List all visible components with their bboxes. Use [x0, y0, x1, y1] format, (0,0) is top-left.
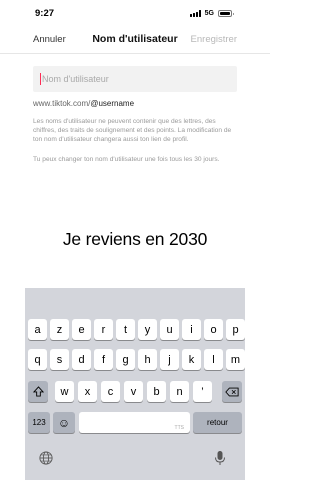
- status-bar: 9:27 5G: [0, 0, 270, 28]
- key-k[interactable]: k: [182, 349, 201, 370]
- key-apostrophe[interactable]: ’: [193, 381, 212, 402]
- delete-icon: [225, 387, 239, 396]
- key-q[interactable]: q: [28, 349, 47, 370]
- status-time: 9:27: [35, 8, 55, 19]
- return-key[interactable]: retour: [193, 412, 242, 433]
- keyboard-row-4: 123 ☺ TTS retour: [25, 412, 245, 434]
- keyboard: azertyuiop qsdfghjklm w x c v b n’ 123 ☺ TTS …: [25, 288, 245, 480]
- space-key-hint: TTS: [174, 425, 184, 431]
- key-f[interactable]: f: [94, 349, 113, 370]
- key-m[interactable]: m: [226, 349, 245, 370]
- key-x[interactable]: x: [78, 381, 97, 402]
- key-r[interactable]: r: [94, 319, 113, 340]
- key-l[interactable]: l: [204, 349, 223, 370]
- username-input[interactable]: [42, 66, 232, 92]
- keyboard-row-3: w x c v b n’: [25, 381, 245, 403]
- numbers-key-label: 123: [32, 418, 46, 427]
- return-key-label: retour: [207, 418, 228, 427]
- key-v[interactable]: v: [124, 381, 143, 402]
- key-d[interactable]: d: [72, 349, 91, 370]
- key-z[interactable]: z: [50, 319, 69, 340]
- profile-url: www.tiktok.com/@username: [33, 99, 134, 108]
- shift-icon: [32, 386, 44, 397]
- key-c[interactable]: c: [101, 381, 120, 402]
- mic-icon[interactable]: [214, 450, 226, 466]
- battery-icon: [218, 10, 234, 17]
- keyboard-row-2: qsdfghjklm: [25, 349, 245, 371]
- nav-bar: Annuler Nom d'utilisateur Enregistrer: [0, 28, 270, 52]
- numbers-key[interactable]: 123: [28, 412, 50, 433]
- overlay-caption: Je reviens en 2030: [62, 229, 208, 249]
- key-w[interactable]: w: [55, 381, 74, 402]
- emoji-key[interactable]: ☺: [53, 412, 75, 433]
- key-j[interactable]: j: [160, 349, 179, 370]
- profile-url-prefix: www.tiktok.com/: [33, 99, 91, 108]
- key-a[interactable]: a: [28, 319, 47, 340]
- shift-key[interactable]: [28, 381, 48, 402]
- globe-icon[interactable]: [39, 451, 53, 465]
- signal-icon: [189, 10, 201, 17]
- key-b[interactable]: b: [147, 381, 166, 402]
- username-field-container[interactable]: [33, 66, 237, 92]
- key-h[interactable]: h: [138, 349, 157, 370]
- key-i[interactable]: i: [182, 319, 201, 340]
- username-change-frequency-text: Tu peux changer ton nom d'utilisateur un…: [33, 156, 220, 163]
- keyboard-row-1: azertyuiop: [25, 319, 245, 341]
- key-o[interactable]: o: [204, 319, 223, 340]
- keyboard-bottom-bar: [25, 448, 245, 480]
- status-indicators: 5G: [189, 10, 234, 17]
- key-p[interactable]: p: [226, 319, 245, 340]
- username-rules-text: Les noms d'utilisateur ne peuvent conten…: [33, 118, 232, 143]
- key-g[interactable]: g: [116, 349, 135, 370]
- key-n[interactable]: n: [170, 381, 189, 402]
- key-s[interactable]: s: [50, 349, 69, 370]
- key-u[interactable]: u: [160, 319, 179, 340]
- emoji-icon: ☺: [57, 415, 71, 430]
- save-button[interactable]: Enregistrer: [191, 34, 237, 45]
- text-caret: [40, 73, 41, 85]
- delete-key[interactable]: [222, 381, 242, 402]
- space-key[interactable]: TTS: [79, 412, 190, 433]
- key-e[interactable]: e: [72, 319, 91, 340]
- key-t[interactable]: t: [116, 319, 135, 340]
- network-label: 5G: [204, 10, 214, 17]
- profile-url-handle: @username: [90, 99, 135, 108]
- nav-divider: [0, 53, 270, 54]
- key-y[interactable]: y: [138, 319, 157, 340]
